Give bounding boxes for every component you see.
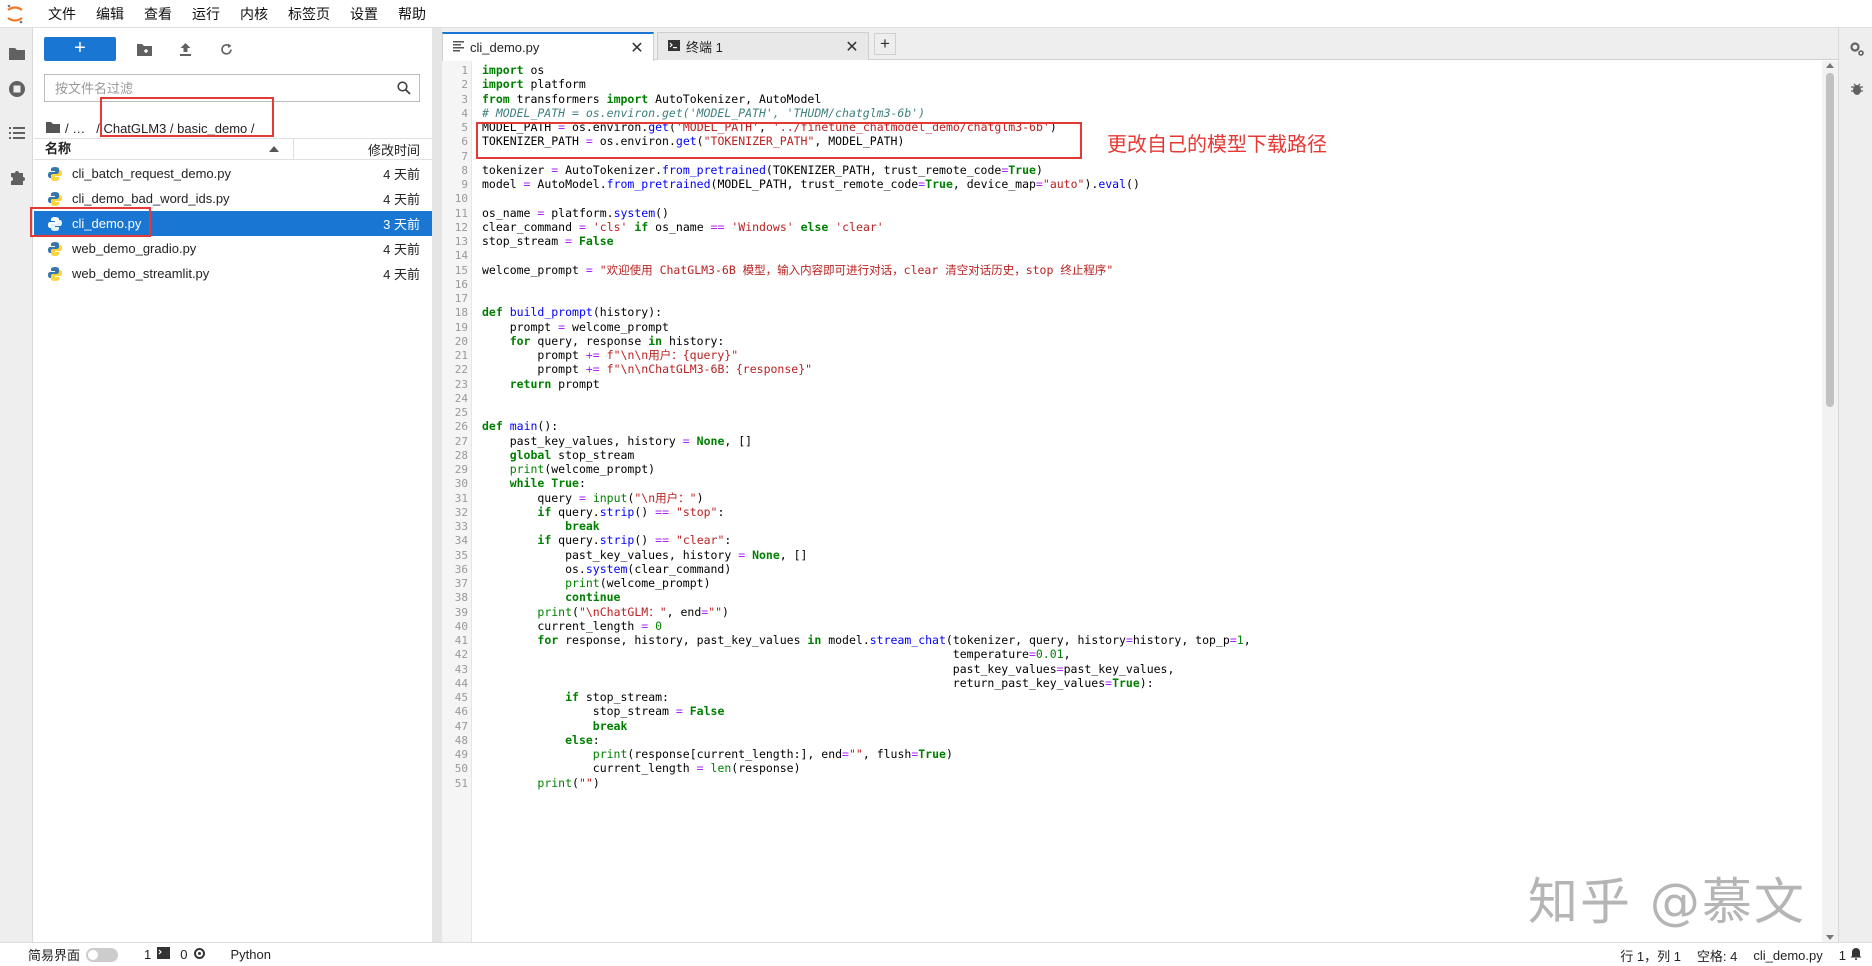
kernel-count-group[interactable]: 0 <box>180 947 206 963</box>
annotation-text: 更改自己的模型下载路径 <box>1107 132 1327 156</box>
status-bar: 简易界面 1 0 Python 行 1，列 1 空格: 4 cli_demo.p… <box>0 942 1872 966</box>
add-tab-button[interactable]: + <box>874 33 896 55</box>
code-line[interactable]: print("") <box>482 775 599 792</box>
file-modified: 4 天前 <box>383 242 420 257</box>
close-icon[interactable]: ✕ <box>842 37 862 57</box>
python-file-icon <box>47 166 63 182</box>
editor-area: cli_demo.py ✕ 终端 1 ✕ + 1 import os 2 import… <box>442 28 1838 942</box>
jupyterlab-window: 文件 编辑 查看 运行 内核 标签页 设置 帮助 + 按文件名过滤 / … / … <box>0 0 1872 966</box>
python-file-icon <box>47 241 63 257</box>
folder-icon[interactable] <box>6 42 28 64</box>
close-icon[interactable]: ✕ <box>627 38 647 58</box>
tab-label: cli_demo.py <box>470 40 540 55</box>
right-sidebar <box>1838 28 1872 942</box>
menu-run[interactable]: 运行 <box>182 0 230 28</box>
extension-puzzle-icon[interactable] <box>6 166 28 188</box>
code-line[interactable]: welcome_prompt = "欢迎使用 ChatGLM3-6B 模型，输入… <box>482 262 1113 279</box>
file-item[interactable]: web_demo_streamlit.py 4 天前 <box>34 261 432 286</box>
scrollbar-thumb[interactable] <box>1826 73 1834 407</box>
simple-mode-toggle[interactable] <box>86 947 119 962</box>
kernel-count: 0 <box>180 947 188 962</box>
terminal-count: 1 <box>144 947 152 962</box>
file-name: web_demo_gradio.py <box>72 241 197 256</box>
simple-mode-label: 简易界面 <box>28 948 81 963</box>
file-browser-panel: + / … / ChatGLM3 / basic_demo / <box>34 28 432 942</box>
python-file-icon <box>47 266 63 282</box>
menu-help[interactable]: 帮助 <box>388 0 436 28</box>
code-line[interactable]: model = AutoModel.from_pretrained(MODEL_… <box>482 176 1140 193</box>
tab-label: 终端 1 <box>686 40 723 55</box>
vertical-scrollbar[interactable] <box>1822 61 1838 942</box>
debugger-bug-icon[interactable] <box>1846 78 1868 100</box>
code-line[interactable]: TOKENIZER_PATH = os.environ.get("TOKENIZ… <box>482 133 904 150</box>
file-item-selected[interactable]: cli_demo.py 3 天前 <box>34 211 432 236</box>
line-number: 51 <box>454 776 468 790</box>
breadcrumb-path[interactable]: / ChatGLM3 / basic_demo / <box>96 121 254 136</box>
file-modified: 4 天前 <box>383 167 420 182</box>
python-file-icon <box>47 191 63 207</box>
new-folder-icon[interactable] <box>131 37 157 61</box>
tab-terminal[interactable]: 终端 1 ✕ <box>657 32 869 60</box>
file-filter-box <box>44 74 420 102</box>
cursor-position[interactable]: 行 1，列 1 <box>1620 946 1681 965</box>
refresh-icon[interactable] <box>213 37 239 61</box>
upload-icon[interactable] <box>172 37 198 61</box>
table-of-contents-icon[interactable] <box>6 122 28 144</box>
terminal-icon <box>668 39 680 54</box>
file-list-header: 名称 修改时间 <box>34 138 432 160</box>
file-modified: 4 天前 <box>383 267 420 282</box>
simple-mode-toggle-group: 简易界面 <box>28 945 119 964</box>
file-item[interactable]: web_demo_gradio.py 4 天前 <box>34 236 432 261</box>
file-browser-toolbar: + <box>44 36 239 62</box>
text-file-icon <box>453 40 464 55</box>
file-name: cli_demo_bad_word_ids.py <box>72 191 230 206</box>
terminal-icon <box>157 947 171 962</box>
file-name: cli_demo.py <box>72 216 142 231</box>
notification-bell-icon[interactable] <box>1850 947 1862 963</box>
file-item[interactable]: cli_demo_bad_word_ids.py 4 天前 <box>34 186 432 211</box>
column-name-header[interactable]: 名称 <box>34 138 294 160</box>
column-modified-header[interactable]: 修改时间 <box>294 140 432 159</box>
file-modified: 3 天前 <box>383 217 420 232</box>
file-item[interactable]: cli_batch_request_demo.py 4 天前 <box>34 161 432 186</box>
menu-kernel[interactable]: 内核 <box>230 0 278 28</box>
menu-edit[interactable]: 编辑 <box>86 0 134 28</box>
indent-spaces[interactable]: 空格: 4 <box>1697 946 1737 965</box>
code-line[interactable]: stop_stream = False <box>482 233 614 250</box>
menu-view[interactable]: 查看 <box>134 0 182 28</box>
breadcrumb-ellipsis[interactable]: / … <box>65 121 85 136</box>
file-name: cli_batch_request_demo.py <box>72 166 231 181</box>
column-name-label: 名称 <box>45 141 72 156</box>
watermark: 知乎 @慕文 <box>1528 873 1806 931</box>
left-sidebar <box>0 28 33 942</box>
sort-ascending-icon <box>269 146 279 152</box>
notification-count[interactable]: 1 <box>1839 948 1846 963</box>
menu-file[interactable]: 文件 <box>38 0 86 28</box>
panel-splitter[interactable] <box>432 28 442 942</box>
search-icon <box>397 81 411 98</box>
kernel-gear-icon <box>193 947 206 963</box>
menu-settings[interactable]: 设置 <box>340 0 388 28</box>
kernel-name[interactable]: Python <box>230 947 270 962</box>
home-folder-icon[interactable] <box>46 121 60 136</box>
tab-bar: cli_demo.py ✕ 终端 1 ✕ + <box>442 28 1838 61</box>
terminal-count-group[interactable]: 1 <box>144 947 171 962</box>
scroll-up-icon[interactable] <box>1826 63 1834 68</box>
code-editor[interactable]: 1 import os 2 import platform 3 from transfor… <box>442 61 1838 942</box>
property-inspector-gear-icon[interactable] <box>1846 38 1868 60</box>
running-kernels-icon[interactable] <box>6 78 28 100</box>
scroll-down-icon[interactable] <box>1826 935 1834 940</box>
python-file-icon <box>47 216 63 232</box>
file-modified: 4 天前 <box>383 192 420 207</box>
new-launcher-button[interactable]: + <box>44 37 116 61</box>
file-filter-input[interactable] <box>45 75 375 101</box>
menu-tabs[interactable]: 标签页 <box>278 0 340 28</box>
tab-cli-demo[interactable]: cli_demo.py ✕ <box>442 32 654 61</box>
code-line[interactable]: return prompt <box>482 376 600 393</box>
jupyter-logo-icon <box>0 0 30 28</box>
current-filename: cli_demo.py <box>1753 947 1823 963</box>
file-name: web_demo_streamlit.py <box>72 266 210 281</box>
menu-bar: 文件 编辑 查看 运行 内核 标签页 设置 帮助 <box>0 0 1872 28</box>
status-right: 行 1，列 1 空格: 4 cli_demo.py 1 <box>1620 943 1872 966</box>
